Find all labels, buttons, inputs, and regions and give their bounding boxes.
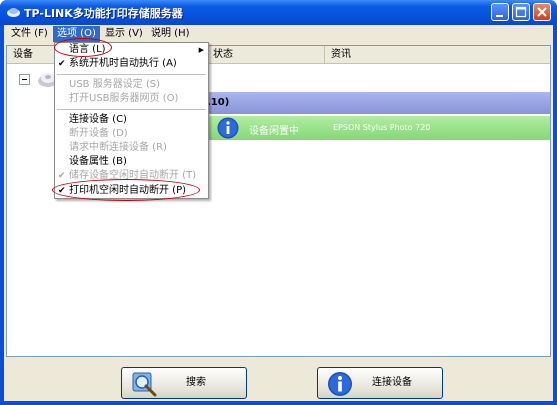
menu-separator [57, 74, 206, 75]
info-icon [217, 117, 239, 139]
server-row[interactable]: .10) [167, 92, 550, 114]
search-button[interactable]: 搜索 [121, 367, 247, 399]
close-icon [537, 7, 547, 17]
app-window: TP-LINK多功能打印存储服务器 文件 (F) 选项 (O) 显示 (V) 说… [0, 0, 557, 405]
menu-item-label: 语言 (L) [69, 44, 106, 55]
menu-item-usb-settings[interactable]: USB 服务器设定 (S) [55, 78, 208, 92]
title-bar[interactable]: TP-LINK多功能打印存储服务器 [0, 0, 557, 25]
checkmark-icon: ✔ [58, 186, 66, 196]
menu-item-label: 请求中断连接设备 (R) [69, 142, 167, 153]
column-info[interactable]: 资讯 [325, 46, 550, 64]
maximize-button[interactable] [512, 3, 530, 21]
search-button-label: 搜索 [186, 377, 206, 388]
menu-item-printer-auto-disconnect[interactable]: ✔ 打印机空闲时自动断开 (P) [55, 184, 208, 198]
menu-item-connect-device[interactable]: 连接设备 (C) [55, 113, 208, 127]
printer-status: 设备闲置中 [249, 126, 299, 137]
submenu-arrow-icon: ▶ [198, 46, 204, 54]
menu-item-label: 储存设备空闲时自动断开 (T) [69, 170, 197, 181]
menu-item-label: 断开设备 (D) [69, 128, 128, 139]
printer-server-icon [7, 8, 20, 17]
menu-item-label: USB 服务器设定 (S) [69, 79, 161, 90]
menu-view[interactable]: 显示 (V) [101, 26, 147, 42]
printer-info: EPSON Stylus Photo 720 [333, 123, 431, 132]
menu-bar: 文件 (F) 选项 (O) 显示 (V) 说明 (H) [4, 25, 553, 43]
server-label: .10) [207, 97, 230, 108]
printer-row[interactable]: 设备闲置中 EPSON Stylus Photo 720 [167, 116, 550, 140]
menu-item-label: 打印机空闲时自动断开 (P) [69, 185, 187, 196]
connect-device-button[interactable]: 连接设备 [317, 367, 443, 399]
menu-item-disconnect-device[interactable]: 断开设备 (D) [55, 127, 208, 141]
menu-item-device-properties[interactable]: 设备属性 (B) [55, 155, 208, 169]
checkmark-icon: ✔ [58, 59, 66, 69]
menu-item-storage-auto-disconnect[interactable]: ✔ 储存设备空闲时自动断开 (T) [55, 169, 208, 183]
connect-button-label: 连接设备 [372, 377, 412, 388]
maximize-icon [515, 6, 527, 18]
column-status[interactable]: 状态 [207, 46, 325, 64]
checkmark-icon: ✔ [58, 171, 66, 181]
close-button[interactable] [533, 3, 551, 21]
menu-file[interactable]: 文件 (F) [7, 26, 52, 42]
menu-item-autostart[interactable]: ✔ 系统开机时自动执行 (A) [55, 57, 208, 71]
menu-help[interactable]: 说明 (H) [147, 26, 194, 42]
menu-separator [57, 109, 206, 110]
options-menu: 语言 (L) ▶ ✔ 系统开机时自动执行 (A) USB 服务器设定 (S) 打… [54, 42, 209, 199]
menu-item-label: 打开USB服务器网页 (O) [69, 93, 179, 104]
menu-item-request-disconnect[interactable]: 请求中断连接设备 (R) [55, 141, 208, 155]
minimize-icon [496, 15, 503, 17]
menu-options[interactable]: 选项 (O) [53, 26, 100, 42]
menu-item-language[interactable]: 语言 (L) ▶ [55, 43, 208, 57]
menu-item-label: 连接设备 (C) [69, 114, 127, 125]
minimize-button[interactable] [491, 3, 509, 21]
tree-collapse-toggle[interactable] [19, 74, 30, 85]
menu-item-open-usb-webpage[interactable]: 打开USB服务器网页 (O) [55, 92, 208, 106]
menu-item-label: 系统开机时自动执行 (A) [69, 58, 177, 69]
window-title: TP-LINK多功能打印存储服务器 [24, 7, 183, 20]
menu-item-label: 设备属性 (B) [69, 156, 127, 167]
